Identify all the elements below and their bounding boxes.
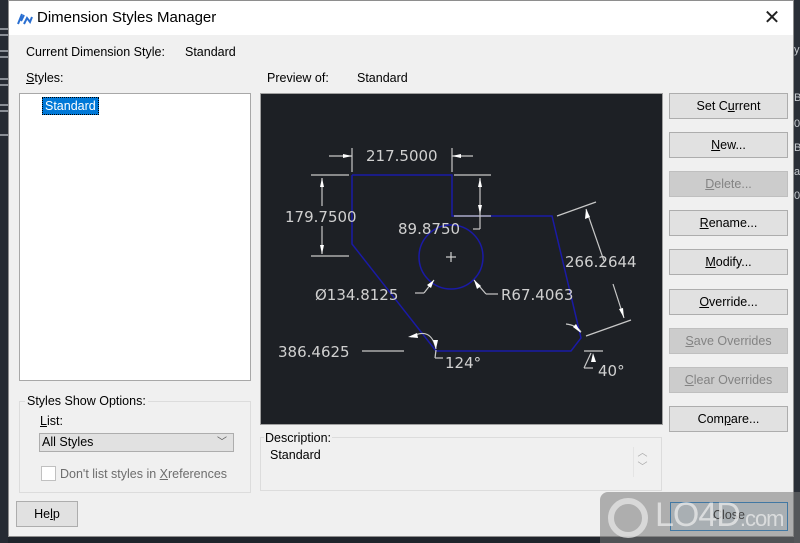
styles-show-options-title: Styles Show Options:: [25, 394, 148, 408]
current-style-value: Standard: [185, 45, 236, 59]
styles-list[interactable]: Standard: [19, 93, 251, 381]
arrowhead: [478, 178, 482, 187]
geometry-outline: [351, 174, 582, 352]
delete-button[interactable]: Delete...: [669, 171, 788, 197]
preview-drawing: 217.5000 179.7500 89.8750 266.2644 Ø134.…: [278, 147, 637, 380]
arrowhead: [619, 308, 624, 318]
description-text: Standard: [270, 448, 321, 462]
dim-angle-40: 40°: [598, 362, 625, 380]
styles-list-item[interactable]: Standard: [42, 97, 99, 115]
dimension-styles-dialog: Dimension Styles Manager ✕ Current Dimen…: [8, 0, 794, 537]
dim-aligned: 266.2644: [565, 253, 637, 271]
description-scrollbar[interactable]: ︿ ﹀: [633, 447, 651, 477]
save-overrides-button[interactable]: Save Overrides: [669, 328, 788, 354]
list-label: List:: [40, 414, 63, 428]
bg-text: B: [794, 92, 800, 104]
preview-label: Preview of:: [267, 71, 329, 85]
compare-button[interactable]: Compare...: [669, 406, 788, 432]
rename-button[interactable]: Rename...: [669, 210, 788, 236]
background-app-right: y B 0 B a 0: [794, 0, 800, 543]
bg-text: B: [794, 142, 800, 154]
arrowhead: [452, 154, 461, 158]
arrowhead: [478, 205, 482, 214]
description-label: Description:: [264, 431, 332, 445]
modify-button[interactable]: Modify...: [669, 249, 788, 275]
watermark-brand: LO4D: [655, 496, 741, 534]
new-button[interactable]: New...: [669, 132, 788, 158]
watermark: LO4D.com: [600, 492, 800, 543]
preview-style-name: Standard: [357, 71, 408, 85]
dim-top-linear: 217.5000: [366, 147, 438, 165]
watermark-suffix: .com: [739, 506, 785, 531]
preview-geometry: [351, 174, 582, 352]
arrowhead: [573, 324, 581, 333]
dim-step-linear: 89.8750: [398, 220, 460, 238]
bg-text: y: [794, 44, 800, 56]
list-select[interactable]: All Styles ﹀: [39, 433, 234, 452]
chevron-up-icon[interactable]: ︿: [634, 447, 651, 461]
chevron-down-icon[interactable]: ﹀: [634, 461, 651, 475]
arrowhead: [320, 245, 324, 254]
background-app-left: [0, 0, 8, 543]
title-bar[interactable]: Dimension Styles Manager ✕: [9, 1, 793, 35]
watermark-logo-icon: [608, 498, 648, 538]
list-select-value: All Styles: [42, 435, 94, 449]
dim-diameter: Ø134.8125: [315, 286, 398, 304]
help-button[interactable]: Help: [16, 501, 78, 527]
preview-canvas: 217.5000 179.7500 89.8750 266.2644 Ø134.…: [260, 93, 663, 425]
override-button[interactable]: Override...: [669, 289, 788, 315]
app-icon: [17, 13, 33, 25]
watermark-text: LO4D.com: [655, 496, 785, 535]
dim-left-linear: 179.7500: [285, 208, 357, 226]
dim-angle-124: 124°: [445, 354, 481, 372]
description-group: [260, 437, 662, 491]
dim-radius: R67.4063: [501, 286, 573, 304]
close-icon[interactable]: ✕: [759, 5, 785, 31]
arrowhead: [343, 154, 352, 158]
arrowhead: [320, 178, 324, 187]
window-title: Dimension Styles Manager: [37, 9, 217, 26]
styles-label: Styles:: [26, 71, 64, 85]
arrowhead: [591, 353, 596, 362]
clear-overrides-button[interactable]: Clear Overrides: [669, 367, 788, 393]
xref-checkbox-label: Don't list styles in Xreferences: [60, 467, 228, 481]
current-style-label: Current Dimension Style:: [26, 45, 165, 59]
dim-ordinate: 386.4625: [278, 343, 350, 361]
arrowhead: [408, 333, 418, 338]
bg-text: 0: [794, 118, 800, 130]
xref-checkbox[interactable]: [41, 466, 56, 481]
set-current-button[interactable]: Set Current: [669, 93, 788, 119]
bg-text: 0: [794, 190, 800, 202]
bg-text: a: [794, 166, 800, 178]
chevron-down-icon: ﹀: [217, 437, 227, 448]
